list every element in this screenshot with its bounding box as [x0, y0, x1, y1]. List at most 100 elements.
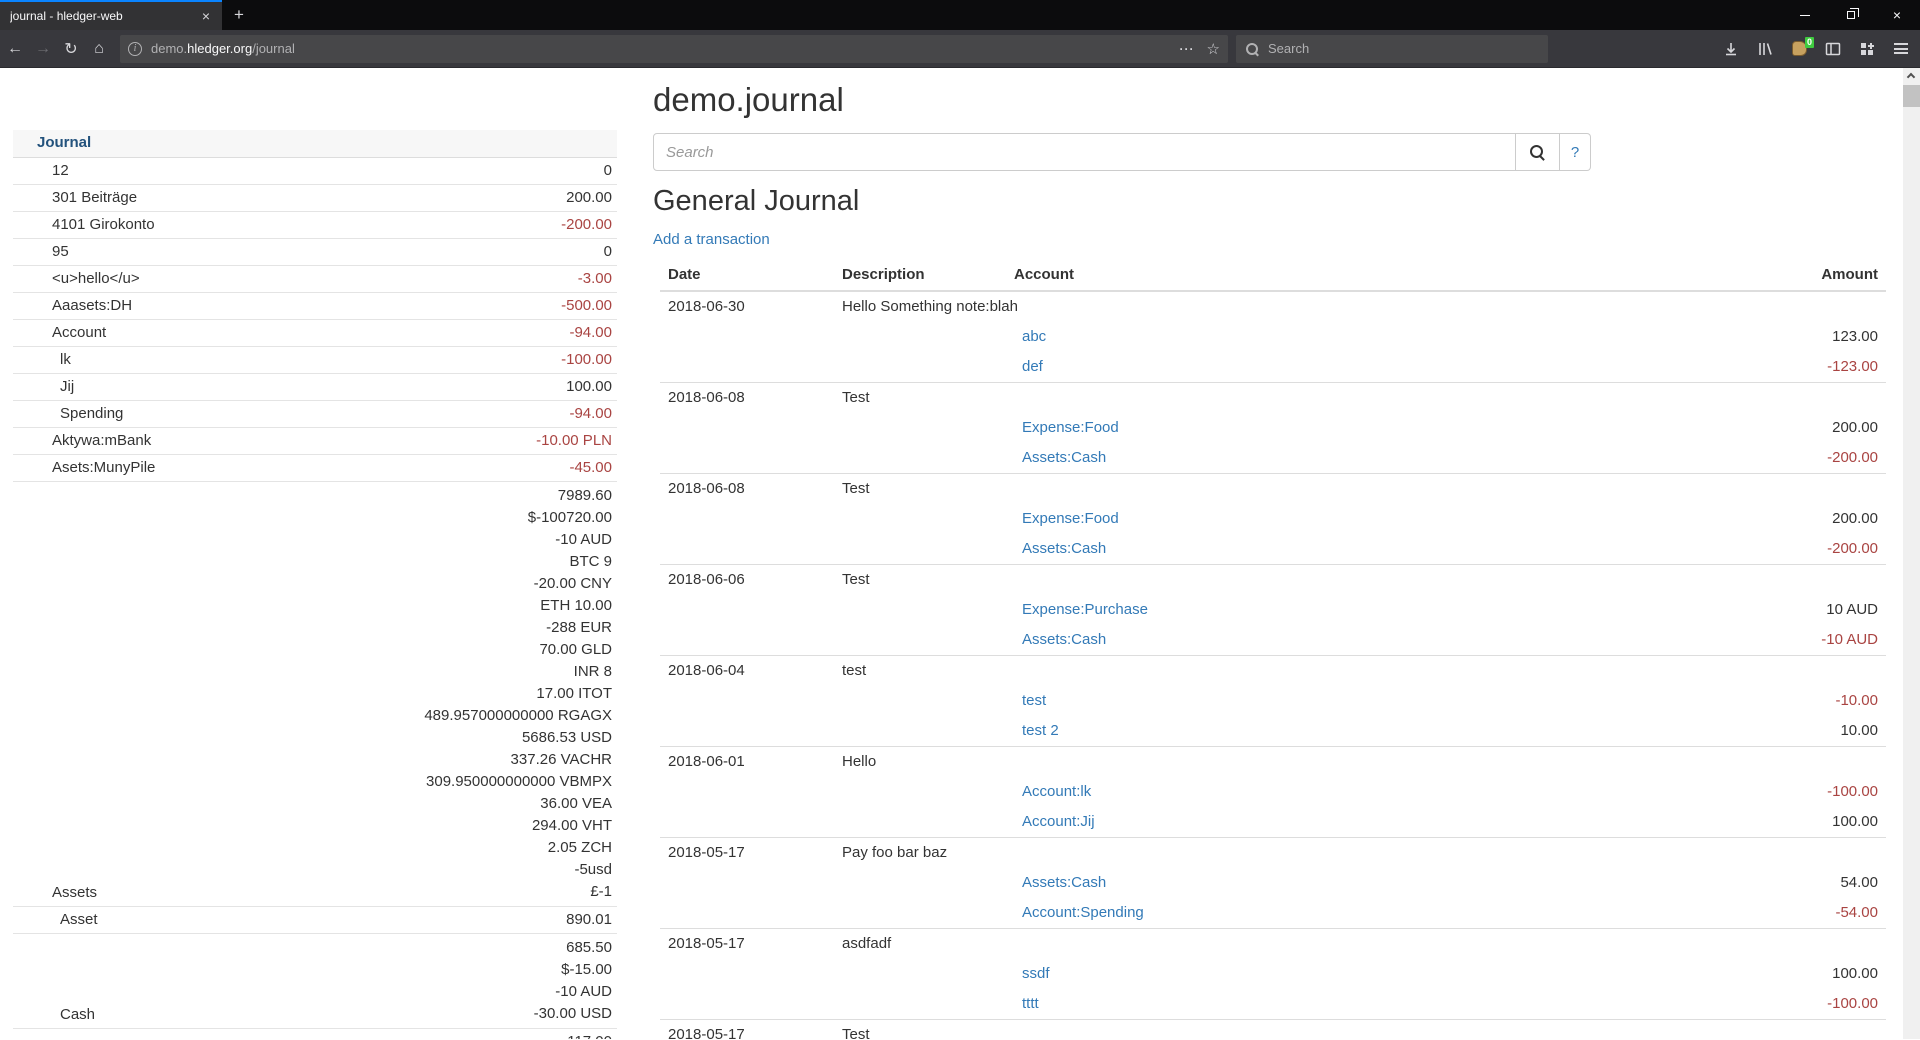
sidebar-account-row: Cash685.50$-15.00-10 AUD-30.00 USD	[13, 934, 617, 1029]
sidebar-account-balance: -10 AUD	[534, 981, 612, 1003]
posting-account-link[interactable]: Assets:Cash	[1022, 449, 1106, 466]
posting-account-cell: def	[1006, 352, 1566, 382]
sidebar-account-link[interactable]: Jij	[13, 377, 566, 397]
transaction-date: 2018-06-06	[660, 565, 834, 595]
sidebar-account-link[interactable]: 95	[13, 242, 604, 262]
browser-tab[interactable]: journal - hledger-web ×	[0, 0, 222, 30]
sidebar-account-link[interactable]: Assets	[13, 883, 424, 903]
spacer	[834, 625, 1006, 655]
spacer	[660, 322, 834, 352]
library-button[interactable]	[1750, 36, 1780, 62]
posting-account-link[interactable]: test	[1022, 692, 1046, 709]
posting-line: Expense:Food200.00	[660, 504, 1886, 534]
posting-account-link[interactable]: Account:Jij	[1022, 813, 1095, 830]
add-transaction-link[interactable]: Add a transaction	[653, 231, 770, 248]
extensions-menu-button[interactable]	[1852, 36, 1882, 62]
transaction-row: 2018-06-01HelloAccount:lk-100.00Account:…	[660, 747, 1886, 838]
transaction-row: 2018-05-17asdfadfssdf100.00tttt-100.00	[660, 929, 1886, 1020]
posting-line: abc123.00	[660, 322, 1886, 352]
home-button[interactable]: ⌂	[86, 36, 112, 62]
bookmark-star-icon[interactable]: ☆	[1207, 40, 1220, 58]
menu-button[interactable]	[1886, 36, 1916, 62]
tab-close-icon[interactable]: ×	[198, 9, 214, 23]
journal-link[interactable]: Journal	[37, 134, 91, 151]
posting-account-link[interactable]: Assets:Cash	[1022, 540, 1106, 557]
sidebar-account-link[interactable]: lk	[13, 350, 561, 370]
sidebar-account-balance: -500.00	[561, 296, 612, 316]
posting-account-link[interactable]: ssdf	[1022, 965, 1050, 982]
posting-account-link[interactable]: Expense:Purchase	[1022, 601, 1148, 618]
posting-line: Assets:Cash-200.00	[660, 443, 1886, 473]
sidebar-account-link[interactable]: Cash	[13, 1005, 534, 1025]
back-button[interactable]: ←	[2, 36, 28, 62]
sidebar-account-link[interactable]: Account	[13, 323, 569, 343]
posting-account-link[interactable]: abc	[1022, 328, 1046, 345]
sidebar-account-link[interactable]: <u>hello</u>	[13, 269, 578, 289]
spacer	[834, 322, 1006, 352]
page-content: Journal 120301 Beiträge200.004101 Giroko…	[0, 68, 1920, 1039]
spacer	[660, 504, 834, 534]
posting-account-link[interactable]: Account:lk	[1022, 783, 1091, 800]
posting-account-link[interactable]: Account:Spending	[1022, 904, 1144, 921]
browser-search-placeholder: Search	[1268, 41, 1309, 56]
browser-search-bar[interactable]: Search	[1236, 35, 1548, 63]
url-bar[interactable]: i demo.hledger.org/journal ··· ☆	[120, 35, 1228, 63]
posting-account-link[interactable]: Assets:Cash	[1022, 874, 1106, 891]
sidebar-account-link[interactable]: 4101 Girokonto	[13, 215, 561, 235]
sidebar-account-link[interactable]: 301 Beiträge	[13, 188, 566, 208]
posting-account-link[interactable]: Expense:Food	[1022, 510, 1119, 527]
downloads-button[interactable]	[1716, 36, 1746, 62]
spacer	[660, 898, 834, 928]
sidebar-toggle-icon	[1825, 41, 1841, 57]
transaction-row: 2018-05-17Test	[660, 1020, 1886, 1039]
sidebar-account-row: lk-100.00	[13, 347, 617, 374]
posting-account-link[interactable]: def	[1022, 358, 1043, 375]
sidebar-account-link[interactable]: Asset	[13, 910, 566, 930]
spacer	[834, 989, 1006, 1019]
posting-account-link[interactable]: Assets:Cash	[1022, 631, 1106, 648]
sidebar-account-row: -117.00	[13, 1029, 617, 1039]
posting-account-cell: Assets:Cash	[1006, 868, 1566, 898]
sidebars-button[interactable]	[1818, 36, 1848, 62]
spacer	[660, 777, 834, 807]
spacer	[660, 716, 834, 746]
window-restore-button[interactable]	[1828, 0, 1874, 30]
spacer	[660, 807, 834, 837]
transaction-date: 2018-05-17	[660, 838, 834, 868]
transaction-row: 2018-05-17Pay foo bar bazAssets:Cash54.0…	[660, 838, 1886, 929]
sidebar-account-row: Jij100.00	[13, 374, 617, 401]
posting-line: Assets:Cash-10 AUD	[660, 625, 1886, 655]
sidebar-account-balances: 200.00	[566, 188, 612, 208]
sidebar-account-link[interactable]: 12	[13, 161, 604, 181]
sidebar-account-link[interactable]: Spending	[13, 404, 569, 424]
posting-line: test 210.00	[660, 716, 1886, 746]
browser-toolbar: ← → ↻ ⌂ i demo.hledger.org/journal ··· ☆…	[0, 30, 1920, 68]
posting-account-cell: abc	[1006, 322, 1566, 352]
sidebar-account-link[interactable]: Asets:MunyPile	[13, 458, 569, 478]
journal-search-input[interactable]	[653, 133, 1516, 171]
reload-button[interactable]: ↻	[58, 36, 84, 62]
extension-badge: 0	[1805, 37, 1814, 48]
posting-amount: -123.00	[1566, 352, 1886, 382]
page-actions-icon[interactable]: ···	[1180, 42, 1195, 56]
page-scrollbar[interactable]	[1903, 68, 1920, 1039]
site-info-icon[interactable]: i	[128, 42, 142, 56]
scroll-up-arrow-icon[interactable]	[1907, 73, 1915, 81]
scrollbar-thumb[interactable]	[1903, 85, 1920, 107]
posting-account-cell: test	[1006, 686, 1566, 716]
posting-line: def -123.00	[660, 352, 1886, 382]
posting-account-link[interactable]: tttt	[1022, 995, 1039, 1012]
new-tab-button[interactable]: +	[222, 0, 256, 30]
posting-account-link[interactable]: test 2	[1022, 722, 1059, 739]
extension-button[interactable]: 0	[1784, 36, 1814, 62]
posting-account-link[interactable]: Expense:Food	[1022, 419, 1119, 436]
forward-button[interactable]: →	[30, 36, 56, 62]
window-close-button[interactable]: ×	[1874, 0, 1920, 30]
window-minimize-button[interactable]	[1782, 0, 1828, 30]
sidebar-account-link[interactable]: Aaasets:DH	[13, 296, 561, 316]
journal-search-button[interactable]	[1516, 133, 1560, 171]
sidebar-account-balance: 5686.53 USD	[424, 727, 612, 749]
sidebar-account-balances: -100.00	[561, 350, 612, 370]
sidebar-account-link[interactable]: Aktywa:mBank	[13, 431, 536, 451]
search-help-button[interactable]: ?	[1560, 133, 1591, 171]
